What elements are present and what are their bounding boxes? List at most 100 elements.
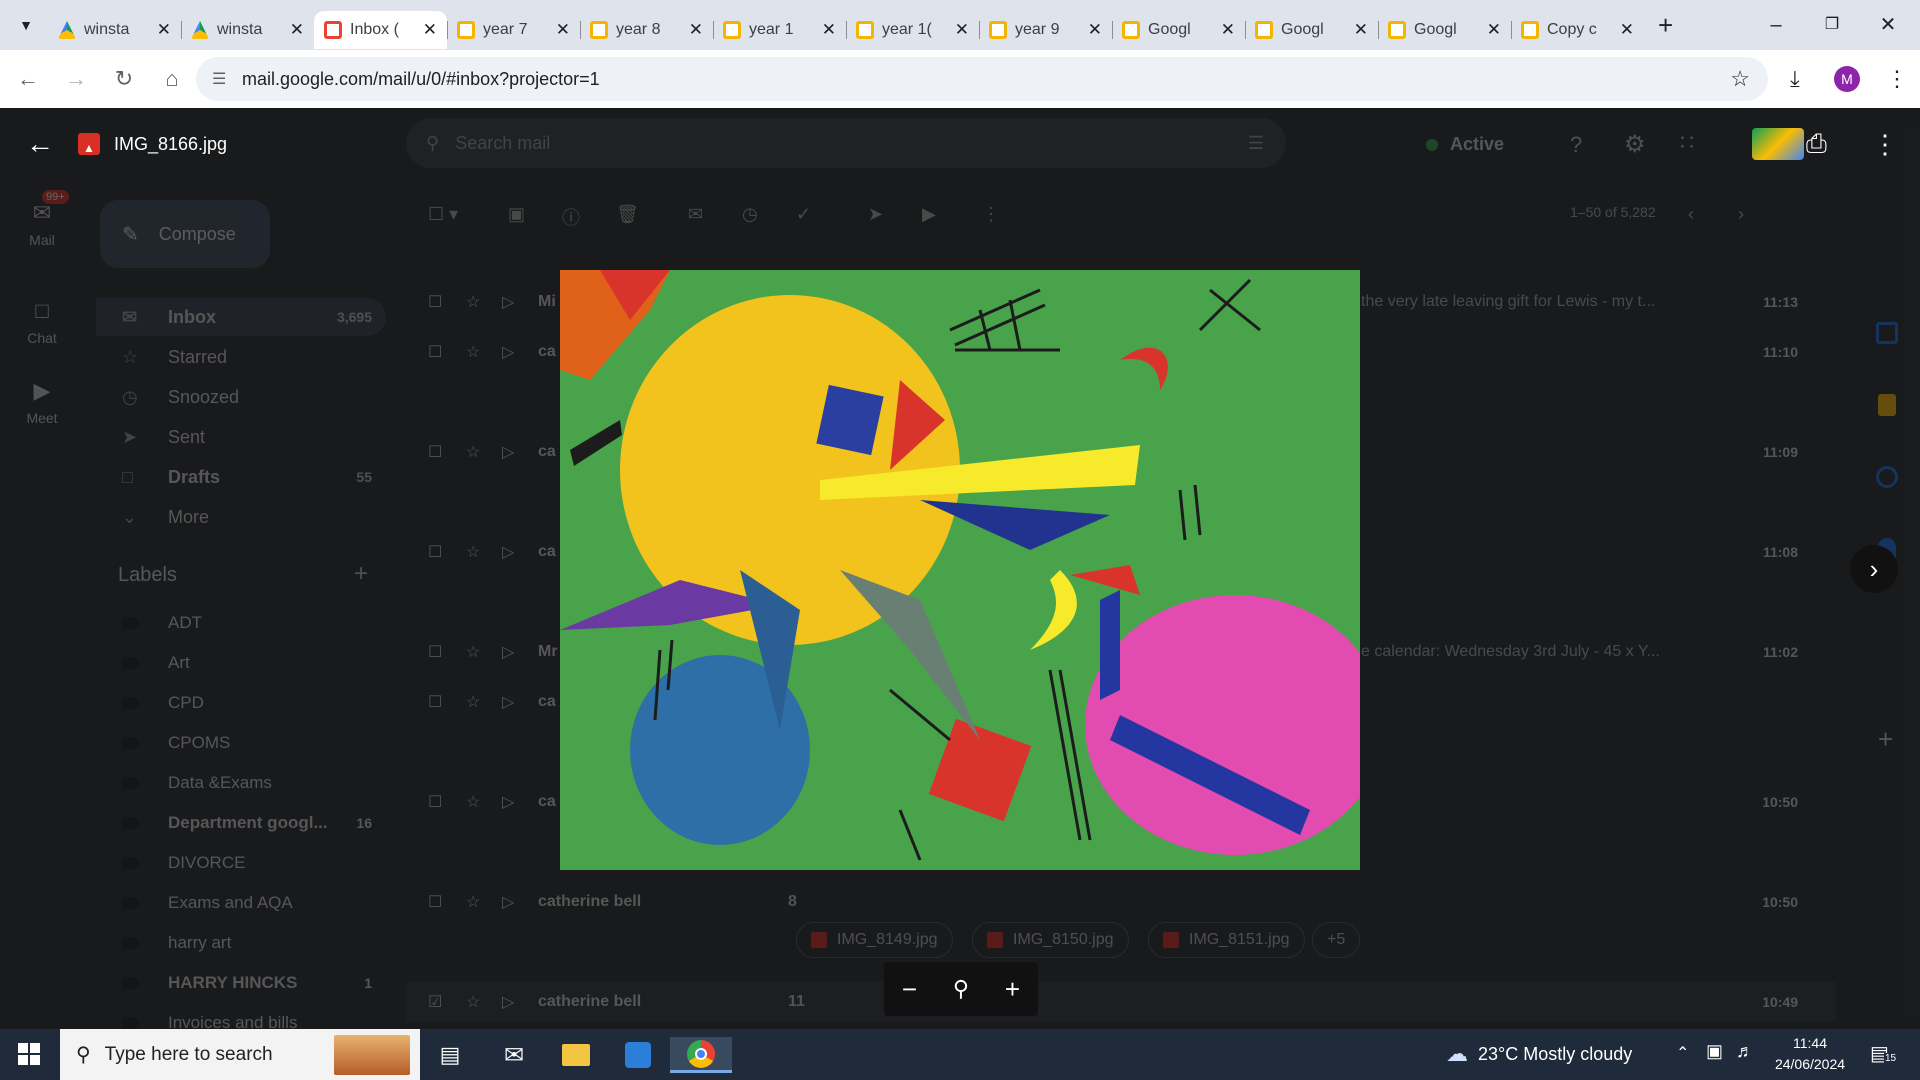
slides-icon: [989, 21, 1007, 39]
clock[interactable]: 11:44 24/06/2024: [1770, 1033, 1850, 1075]
tab-search-button[interactable]: ▼: [10, 17, 42, 33]
browser-tab-strip: ▼ winsta ✕ winsta ✕ Inbox (✕ year 7 ✕ year 8 ✕ ye…: [0, 0, 1920, 50]
zoom-reset-icon[interactable]: ⚲: [953, 976, 969, 1002]
drive-icon: [58, 21, 76, 39]
home-icon[interactable]: ⌂: [148, 66, 196, 92]
tab-close-icon[interactable]: ✕: [955, 20, 969, 40]
image-file-icon: ▲: [78, 133, 100, 155]
zoom-out-icon[interactable]: −: [902, 974, 917, 1005]
viewer-more-icon[interactable]: ⋮: [1872, 129, 1898, 160]
file-explorer-icon[interactable]: [554, 1037, 598, 1073]
slides-icon: [1521, 21, 1539, 39]
browser-tab[interactable]: year 8 ✕: [580, 11, 713, 49]
volume-icon[interactable]: ♬: [1736, 1041, 1754, 1062]
tab-title: year 9: [1015, 21, 1060, 38]
taskbar-search[interactable]: ⚲ Type here to search: [60, 1029, 420, 1080]
minimize-button[interactable]: –: [1754, 10, 1798, 40]
attachment-image: [560, 270, 1360, 870]
tab-close-icon[interactable]: ✕: [1487, 20, 1501, 40]
tab-close-icon[interactable]: ✕: [1620, 20, 1634, 40]
tab-title: Copy c: [1547, 21, 1597, 38]
browser-tab[interactable]: Inbox ( ✕: [314, 11, 447, 49]
tab-close-icon[interactable]: ✕: [1088, 20, 1102, 40]
tray-chevron-icon[interactable]: ⌃: [1676, 1043, 1689, 1063]
tab-close-icon[interactable]: ✕: [1221, 20, 1235, 40]
start-button[interactable]: [18, 1043, 40, 1065]
browser-tab[interactable]: year 7 ✕: [447, 11, 580, 49]
forward-icon[interactable]: →: [52, 66, 100, 92]
browser-tab[interactable]: winsta ✕: [181, 11, 314, 49]
zoom-controls: − ⚲ +: [884, 962, 1038, 1016]
windows-taskbar: ⚲ Type here to search ▤ ✉ ☁ 23°C Mostly …: [0, 1029, 1920, 1080]
task-view-icon[interactable]: ▤: [428, 1037, 472, 1073]
tab-title: Inbox (: [350, 21, 399, 38]
network-icon[interactable]: ▣: [1706, 1041, 1723, 1062]
bookmark-star-icon[interactable]: ☆: [1730, 66, 1750, 92]
slides-icon: [457, 21, 475, 39]
tab-title: year 8: [616, 21, 661, 38]
abstract-painting: [560, 270, 1360, 870]
tab-close-icon[interactable]: ✕: [157, 20, 171, 40]
address-bar-row: ← → ↻ ⌂ ☰ mail.google.com/mail/u/0/#inbo…: [0, 50, 1920, 108]
maps-app-icon[interactable]: [616, 1037, 660, 1073]
reload-icon[interactable]: ↻: [100, 66, 148, 92]
chrome-icon[interactable]: [670, 1037, 732, 1073]
tab-close-icon[interactable]: ✕: [689, 20, 703, 40]
weather-widget[interactable]: ☁ 23°C Mostly cloudy: [1446, 1041, 1632, 1067]
tab-close-icon[interactable]: ✕: [1354, 20, 1368, 40]
browser-tab[interactable]: Copy c ✕: [1511, 11, 1644, 49]
mail-app-icon[interactable]: ✉: [492, 1037, 536, 1073]
browser-tab[interactable]: year 1 ✕: [713, 11, 846, 49]
slides-icon: [590, 21, 608, 39]
drive-icon: [191, 21, 209, 39]
clock-date: 24/06/2024: [1774, 1056, 1846, 1072]
browser-tab[interactable]: year 9 ✕: [979, 11, 1112, 49]
browser-tab[interactable]: Googl ✕: [1112, 11, 1245, 49]
viewer-filename: IMG_8166.jpg: [114, 133, 228, 154]
notification-count: 15: [1884, 1053, 1898, 1064]
open-in-sheets-icon[interactable]: [1752, 128, 1804, 160]
browser-tab[interactable]: winsta ✕: [48, 11, 181, 49]
taskbar-search-icon: ⚲: [76, 1044, 91, 1066]
back-icon[interactable]: ←: [4, 66, 52, 92]
browser-tab[interactable]: Googl ✕: [1245, 11, 1378, 49]
slides-icon: [856, 21, 874, 39]
close-viewer-back-icon[interactable]: ←: [26, 128, 54, 160]
download-icon[interactable]: ⤓: [1790, 66, 1800, 92]
tab-close-icon[interactable]: ✕: [290, 20, 304, 40]
slides-icon: [1122, 21, 1140, 39]
slides-icon: [1388, 21, 1406, 39]
tab-title: Googl: [1148, 21, 1191, 38]
notification-center[interactable]: ▤ 15: [1870, 1041, 1898, 1066]
restore-button[interactable]: ❐: [1810, 10, 1854, 40]
gmail-icon: [324, 21, 342, 39]
projector-header: ← ▲ IMG_8166.jpg ⎙ ⋮: [0, 108, 1920, 180]
tab-title: winsta: [84, 21, 130, 38]
tab-title: year 1: [749, 21, 794, 38]
print-icon[interactable]: ⎙: [1806, 128, 1827, 160]
browser-tab[interactable]: Googl ✕: [1378, 11, 1511, 49]
search-highlight-icon: [334, 1035, 410, 1075]
clock-time: 11:44: [1793, 1035, 1827, 1051]
tab-title: Googl: [1414, 21, 1457, 38]
zoom-in-icon[interactable]: +: [1005, 974, 1020, 1005]
url-text: mail.google.com/mail/u/0/#inbox?projecto…: [242, 68, 600, 89]
next-image-button[interactable]: ›: [1850, 545, 1898, 593]
tab-title: year 1(: [882, 21, 932, 38]
site-info-icon[interactable]: ☰: [212, 69, 226, 89]
taskbar-search-placeholder: Type here to search: [104, 1043, 273, 1065]
tab-close-icon[interactable]: ✕: [556, 20, 570, 40]
new-tab-button[interactable]: +: [1658, 10, 1673, 41]
browser-tab[interactable]: year 1( ✕: [846, 11, 979, 49]
browser-menu-icon[interactable]: ⋮: [1886, 66, 1908, 92]
cloud-icon: ☁: [1446, 1041, 1468, 1066]
slides-icon: [1255, 21, 1273, 39]
weather-text: 23°C Mostly cloudy: [1478, 1043, 1633, 1064]
tab-close-icon[interactable]: ✕: [423, 20, 437, 40]
profile-avatar[interactable]: M: [1834, 66, 1860, 92]
tab-close-icon[interactable]: ✕: [822, 20, 836, 40]
tab-title: year 7: [483, 21, 528, 38]
close-window-button[interactable]: ✕: [1866, 10, 1910, 40]
url-bar[interactable]: ☰ mail.google.com/mail/u/0/#inbox?projec…: [196, 57, 1768, 101]
slides-icon: [723, 21, 741, 39]
